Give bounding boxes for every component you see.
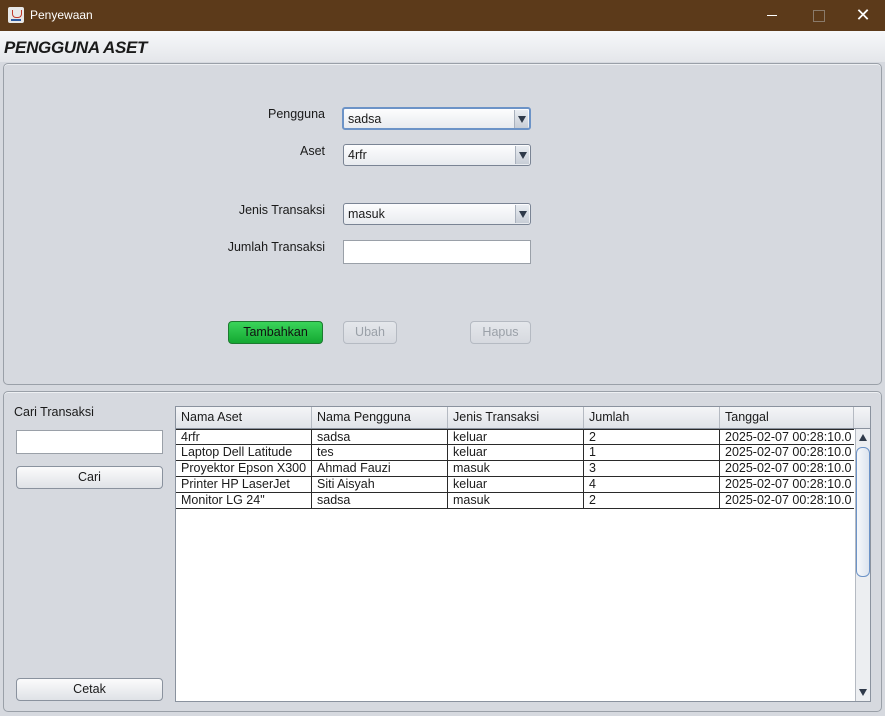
page-title: PENGGUNA ASET bbox=[4, 38, 148, 57]
table-header: Nama Aset Nama Pengguna Jenis Transaksi … bbox=[176, 407, 854, 429]
scroll-down-arrow-icon[interactable] bbox=[856, 685, 870, 699]
cell-jumlah: 2 bbox=[584, 430, 720, 445]
cetak-button[interactable]: Cetak bbox=[16, 678, 163, 701]
jenis-transaksi-combobox[interactable]: masuk bbox=[343, 203, 531, 225]
cell-nama-aset: Printer HP LaserJet bbox=[176, 477, 312, 492]
table-row[interactable]: Printer HP LaserJet Siti Aisyah keluar 4… bbox=[176, 477, 854, 493]
scrollbar-thumb[interactable] bbox=[856, 447, 870, 577]
ubah-button[interactable]: Ubah bbox=[343, 321, 397, 344]
close-button[interactable]: ✕ bbox=[840, 0, 885, 31]
cell-tanggal: 2025-02-07 00:28:10.0 bbox=[725, 461, 852, 475]
aset-label: Aset bbox=[299, 144, 325, 158]
column-header-jenis-transaksi[interactable]: Jenis Transaksi bbox=[448, 407, 584, 428]
cari-transaksi-label: Cari Transaksi bbox=[14, 405, 94, 419]
table-body: 4rfr sadsa keluar 2 2025-02-07 00:28:10.… bbox=[176, 429, 854, 509]
aset-value: 4rfr bbox=[348, 148, 367, 162]
jumlah-transaksi-label: Jumlah Transaksi bbox=[227, 240, 325, 254]
cell-nama-aset: 4rfr bbox=[176, 430, 312, 445]
cell-nama-pengguna: Siti Aisyah bbox=[312, 477, 448, 492]
cell-nama-pengguna: Ahmad Fauzi bbox=[312, 461, 448, 476]
column-header-tanggal[interactable]: Tanggal bbox=[720, 407, 854, 428]
cell-tanggal: 2025-02-07 00:28:10.0 bbox=[725, 493, 852, 507]
maximize-button[interactable] bbox=[795, 0, 841, 31]
cari-button[interactable]: Cari bbox=[16, 466, 163, 489]
cell-jumlah: 3 bbox=[584, 461, 720, 476]
column-header-nama-pengguna[interactable]: Nama Pengguna bbox=[312, 407, 448, 428]
cell-jenis-transaksi: masuk bbox=[448, 461, 584, 476]
cell-nama-aset: Monitor LG 24" bbox=[176, 493, 312, 508]
close-icon: ✕ bbox=[855, 5, 871, 25]
cell-nama-pengguna: tes bbox=[312, 445, 448, 460]
table-header-corner bbox=[854, 407, 870, 429]
chevron-down-icon[interactable] bbox=[514, 110, 528, 128]
cell-nama-pengguna: sadsa bbox=[312, 493, 448, 508]
pengguna-combobox[interactable]: sadsa bbox=[342, 107, 531, 130]
table-row[interactable]: 4rfr sadsa keluar 2 2025-02-07 00:28:10.… bbox=[176, 429, 854, 445]
cell-jumlah: 4 bbox=[584, 477, 720, 492]
cell-jenis-transaksi: masuk bbox=[448, 493, 584, 508]
cell-jenis-transaksi: keluar bbox=[448, 445, 584, 460]
tambahkan-button[interactable]: Tambahkan bbox=[228, 321, 323, 344]
cell-jumlah: 2 bbox=[584, 493, 720, 508]
table-row[interactable]: Laptop Dell Latitude tes keluar 1 2025-0… bbox=[176, 445, 854, 461]
table-vertical-scrollbar[interactable] bbox=[855, 429, 870, 701]
search-input[interactable] bbox=[16, 430, 163, 454]
window-titlebar: Penyewaan ✕ bbox=[0, 0, 885, 31]
cell-tanggal: 2025-02-07 00:28:10.0 bbox=[725, 430, 852, 444]
table-row[interactable]: Monitor LG 24" sadsa masuk 2 2025-02-07 … bbox=[176, 493, 854, 509]
column-header-nama-aset[interactable]: Nama Aset bbox=[176, 407, 312, 428]
pengguna-label: Pengguna bbox=[267, 107, 325, 121]
aset-combobox[interactable]: 4rfr bbox=[343, 144, 531, 166]
transactions-table[interactable]: Nama Aset Nama Pengguna Jenis Transaksi … bbox=[175, 406, 871, 702]
jenis-transaksi-label: Jenis Transaksi bbox=[238, 203, 325, 217]
pengguna-value: sadsa bbox=[348, 112, 382, 126]
cell-jumlah: 1 bbox=[584, 445, 720, 460]
minimize-button[interactable] bbox=[749, 0, 795, 31]
hapus-button[interactable]: Hapus bbox=[470, 321, 531, 344]
cell-jenis-transaksi: keluar bbox=[448, 430, 584, 445]
chevron-down-icon[interactable] bbox=[515, 205, 529, 223]
jumlah-transaksi-field[interactable] bbox=[343, 240, 531, 264]
table-row[interactable]: Proyektor Epson X300 Ahmad Fauzi masuk 3… bbox=[176, 461, 854, 477]
header-band: PENGGUNA ASET bbox=[0, 31, 885, 62]
cell-tanggal: 2025-02-07 00:28:10.0 bbox=[725, 477, 852, 491]
cell-nama-aset: Proyektor Epson X300 bbox=[176, 461, 312, 476]
scroll-up-arrow-icon[interactable] bbox=[856, 431, 870, 445]
cell-nama-pengguna: sadsa bbox=[312, 430, 448, 445]
chevron-down-icon[interactable] bbox=[515, 146, 529, 164]
java-app-icon bbox=[8, 7, 24, 23]
cell-tanggal: 2025-02-07 00:28:10.0 bbox=[725, 445, 852, 459]
column-header-jumlah[interactable]: Jumlah bbox=[584, 407, 720, 428]
cell-nama-aset: Laptop Dell Latitude bbox=[176, 445, 312, 460]
window-title: Penyewaan bbox=[30, 8, 93, 22]
cell-jenis-transaksi: keluar bbox=[448, 477, 584, 492]
jenis-transaksi-value: masuk bbox=[348, 207, 385, 221]
